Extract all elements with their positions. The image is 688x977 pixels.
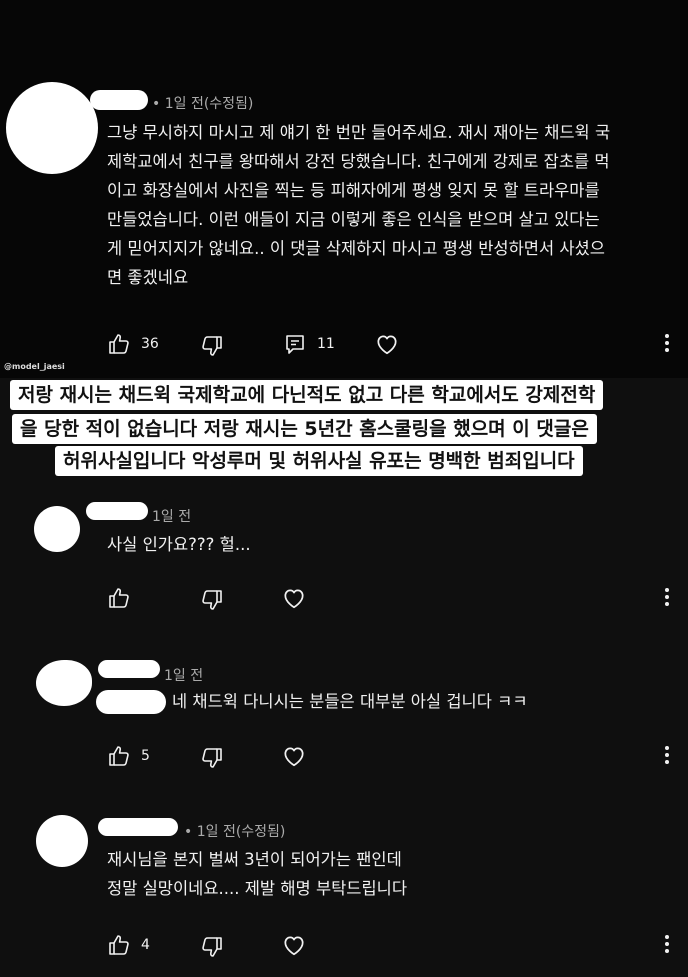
comment-time: • 1일 전(수정됨) (152, 96, 254, 112)
like-count: 5 (141, 748, 150, 764)
username-redaction (86, 502, 148, 520)
thumb-down-icon (202, 748, 222, 768)
heart-icon (284, 747, 304, 767)
thumb-up-icon (109, 935, 129, 955)
banner-line: 허위사실입니다 악성루머 및 허위사실 유포는 명백한 범죄입니다 (55, 446, 583, 476)
comment-time: 1일 전 (164, 668, 204, 684)
comment-text: 네 채드윅 다니시는 분들은 대부분 아실 겁니다 ㅋㅋ (172, 692, 528, 711)
avatar[interactable] (6, 82, 98, 174)
dislike-button[interactable] (200, 588, 224, 612)
like-count: 36 (141, 336, 159, 352)
thumb-up-icon (109, 746, 129, 766)
avatar[interactable] (34, 506, 80, 552)
banner-line: 저랑 재시는 채드윅 국제학교에 다닌적도 없고 다른 학교에서도 강제전학 (10, 380, 604, 410)
heart-button[interactable] (281, 932, 307, 958)
username-redaction (90, 90, 148, 110)
reply-button[interactable]: 11 (283, 332, 335, 356)
like-count: 4 (141, 937, 150, 953)
like-button[interactable]: 5 (107, 744, 150, 768)
comment-text: 재시님을 본지 벌써 3년이 되어가는 팬인데 정말 실망이네요.... 제발 … (107, 850, 408, 898)
dislike-button[interactable] (200, 935, 224, 959)
reply-icon (286, 335, 304, 354)
avatar[interactable] (36, 815, 88, 867)
thumb-up-icon (109, 588, 129, 608)
like-button[interactable] (107, 586, 131, 610)
heart-button[interactable] (281, 743, 307, 769)
thumb-down-icon (202, 336, 222, 356)
comment-time: 1일 전 (152, 509, 192, 525)
redaction-overlay (96, 690, 166, 714)
heart-icon (284, 589, 304, 609)
comment-text: 사실 인가요??? 헐... (107, 535, 251, 554)
more-options-button[interactable] (664, 334, 670, 355)
heart-icon (377, 335, 397, 355)
avatar[interactable] (36, 660, 92, 706)
heart-icon (284, 936, 304, 956)
more-options-button[interactable] (664, 588, 670, 609)
thumb-down-icon (202, 590, 222, 610)
more-options-button[interactable] (664, 746, 670, 767)
thumb-up-icon (109, 334, 129, 354)
more-options-button[interactable] (664, 935, 670, 956)
heart-button[interactable] (374, 331, 400, 357)
username-redaction (98, 818, 178, 836)
like-button[interactable]: 36 (107, 332, 159, 356)
reply-count: 11 (317, 336, 335, 352)
heart-button[interactable] (281, 585, 307, 611)
watermark: @model_jaesi (4, 362, 65, 371)
banner-line: 을 당한 적이 없습니다 저랑 재시는 5년간 홈스쿨링을 했으며 이 댓글은 (12, 414, 597, 444)
dislike-button[interactable] (200, 746, 224, 770)
comment-text: 그냥 무시하지 마시고 제 얘기 한 번만 들어주세요. 재시 재아는 채드윅 … (107, 123, 611, 287)
like-button[interactable]: 4 (107, 933, 150, 957)
thumb-down-icon (202, 937, 222, 957)
dislike-button[interactable] (200, 334, 224, 358)
comment-time: • 1일 전(수정됨) (184, 824, 286, 840)
username-redaction (98, 660, 160, 678)
